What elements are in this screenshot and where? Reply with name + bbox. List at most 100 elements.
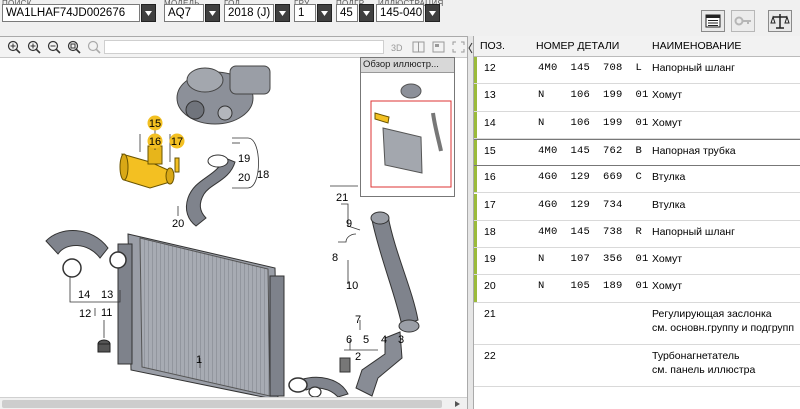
rotate-button[interactable] <box>86 39 103 55</box>
row-name[interactable]: Хомут <box>652 117 682 129</box>
fullscreen-button[interactable] <box>450 39 467 55</box>
model-select[interactable]: AQ7 <box>164 4 204 22</box>
callout-2[interactable]: 2 <box>355 351 361 363</box>
row-pos: 16 <box>484 171 496 184</box>
model-dropdown-button[interactable] <box>205 4 220 22</box>
callout-14[interactable]: 14 <box>78 289 90 301</box>
group-dropdown-button[interactable] <box>317 4 332 22</box>
row-name[interactable]: Напорная трубка <box>652 145 736 157</box>
callout-18[interactable]: 18 <box>257 169 269 181</box>
compare-button[interactable] <box>768 10 792 32</box>
callout-20[interactable]: 20 <box>172 218 184 230</box>
pane-splitter[interactable] <box>467 36 474 409</box>
key-icon <box>734 16 751 26</box>
row-part-number[interactable]: N 107 356 01 <box>538 253 649 265</box>
callout-12[interactable]: 12 <box>79 308 91 320</box>
row-pos: 12 <box>484 62 496 74</box>
row-pos: 14 <box>484 116 496 129</box>
grid-icon <box>412 41 425 53</box>
scrollbar-thumb[interactable] <box>2 400 442 408</box>
callout-15[interactable]: 15 <box>147 115 163 131</box>
row-part-number[interactable]: 4M0 145 738 R <box>538 226 642 238</box>
zoom-in-button[interactable] <box>26 39 43 55</box>
zoom-reset-button[interactable] <box>66 39 83 55</box>
horizontal-scrollbar[interactable] <box>0 397 467 409</box>
table-row[interactable]: 14 N 106 199 01 Хомут <box>474 111 800 139</box>
intercooler-part[interactable] <box>117 233 285 397</box>
callout-6[interactable]: 6 <box>346 334 352 346</box>
callout-1[interactable]: 1 <box>196 354 202 366</box>
subgroup-dropdown-button[interactable] <box>359 4 374 22</box>
row-name[interactable]: Хомут <box>652 89 682 101</box>
callout-7[interactable]: 7 <box>355 314 361 326</box>
column-name[interactable]: НАИМЕНОВАНИЕ <box>652 40 741 52</box>
callout-19[interactable]: 19 <box>238 153 250 165</box>
subgroup-select[interactable]: 45 <box>336 4 358 22</box>
row-name[interactable]: Напорный шланг <box>652 62 735 74</box>
3d-view-button[interactable]: 3D <box>390 39 407 55</box>
row-name[interactable]: Регулирующая заслонка <box>652 308 772 320</box>
zoom-fit-button[interactable] <box>6 39 23 55</box>
year-dropdown-button[interactable] <box>275 4 290 22</box>
table-row[interactable]: 22 Турбонагнетатель см. панель иллюстра <box>474 345 800 387</box>
search-dropdown-button[interactable] <box>141 4 156 22</box>
row-name[interactable]: Турбонагнетатель <box>652 350 740 362</box>
grid-button[interactable] <box>410 39 427 55</box>
pressure-hose-12-part[interactable] <box>45 230 127 278</box>
row-name[interactable]: Хомут <box>652 280 682 292</box>
callout-9[interactable]: 9 <box>346 218 352 230</box>
overview-thumbnail[interactable] <box>361 73 454 196</box>
callout-4[interactable]: 4 <box>381 334 387 346</box>
pressure-hose-18-part[interactable] <box>185 154 236 227</box>
table-row[interactable]: 17 4G0 129 734 Втулка <box>474 193 800 221</box>
callout-16[interactable]: 16 <box>147 133 163 149</box>
row-name[interactable]: Втулка <box>652 199 685 211</box>
row-part-number[interactable]: N 106 199 01 <box>538 117 649 129</box>
callout-10[interactable]: 10 <box>346 280 358 292</box>
callout-8[interactable]: 8 <box>332 252 338 264</box>
illustration-search-input[interactable] <box>104 40 384 54</box>
row-part-number[interactable]: N 106 199 01 <box>538 89 649 101</box>
pressure-hose-10-part[interactable] <box>370 211 420 333</box>
table-row[interactable]: 15 4M0 145 762 B Напорная трубка <box>474 138 800 167</box>
illustration-select[interactable]: 145-040 <box>376 4 424 22</box>
callout-3[interactable]: 3 <box>398 334 404 346</box>
row-part-number[interactable]: 4M0 145 762 B <box>538 145 642 157</box>
scroll-right-icon[interactable] <box>452 399 463 409</box>
table-row[interactable]: 21 Регулирующая заслонка см. основн.группу… <box>474 303 800 345</box>
turbocharger-part[interactable] <box>176 65 271 125</box>
illustration-overview-panel[interactable]: Обзор иллюстр... <box>360 57 455 197</box>
bushing-11-part[interactable] <box>97 339 111 353</box>
callout-20-top[interactable]: 20 <box>238 172 250 184</box>
column-pos[interactable]: ПОЗ. <box>480 40 505 52</box>
collapse-left-icon[interactable] <box>468 42 473 54</box>
illustration-dropdown-button[interactable] <box>425 4 440 22</box>
row-name[interactable]: Втулка <box>652 171 685 183</box>
table-row[interactable]: 12 4M0 145 708 L Напорный шланг <box>474 57 800 85</box>
callout-11[interactable]: 11 <box>101 307 112 319</box>
row-part-number[interactable]: 4M0 145 708 L <box>538 62 642 74</box>
callout-5[interactable]: 5 <box>363 334 369 346</box>
table-row[interactable]: 13 N 106 199 01 Хомут <box>474 84 800 112</box>
year-select[interactable]: 2018 (J) <box>224 4 274 22</box>
row-marker <box>474 57 477 84</box>
row-part-number[interactable]: N 105 189 01 <box>538 280 649 292</box>
table-row[interactable]: 18 4M0 145 738 R Напорный шланг <box>474 220 800 249</box>
row-name[interactable]: Хомут <box>652 253 682 265</box>
group-select[interactable]: 1 <box>294 4 316 22</box>
callout-13[interactable]: 13 <box>101 289 113 301</box>
row-part-number[interactable]: 4G0 129 669 C <box>538 171 642 183</box>
row-name[interactable]: Напорный шланг <box>652 226 735 238</box>
layout-button[interactable] <box>430 39 447 55</box>
zoom-out-button[interactable] <box>46 39 63 55</box>
callout-21[interactable]: 21 <box>336 192 348 204</box>
key-button[interactable] <box>731 10 755 32</box>
parts-list-button[interactable] <box>701 10 725 32</box>
table-row[interactable]: 16 4G0 129 669 C Втулка <box>474 166 800 194</box>
column-part-number[interactable]: НОМЕР ДЕТАЛИ <box>536 40 619 52</box>
table-row[interactable]: 19 N 107 356 01 Хомут <box>474 248 800 276</box>
vin-search-input[interactable]: WA1LHAF74JD002676 <box>2 4 140 22</box>
table-row[interactable]: 20 N 105 189 01 Хомут <box>474 275 800 303</box>
row-part-number[interactable]: 4G0 129 734 <box>538 199 623 211</box>
callout-17[interactable]: 17 <box>169 133 185 149</box>
